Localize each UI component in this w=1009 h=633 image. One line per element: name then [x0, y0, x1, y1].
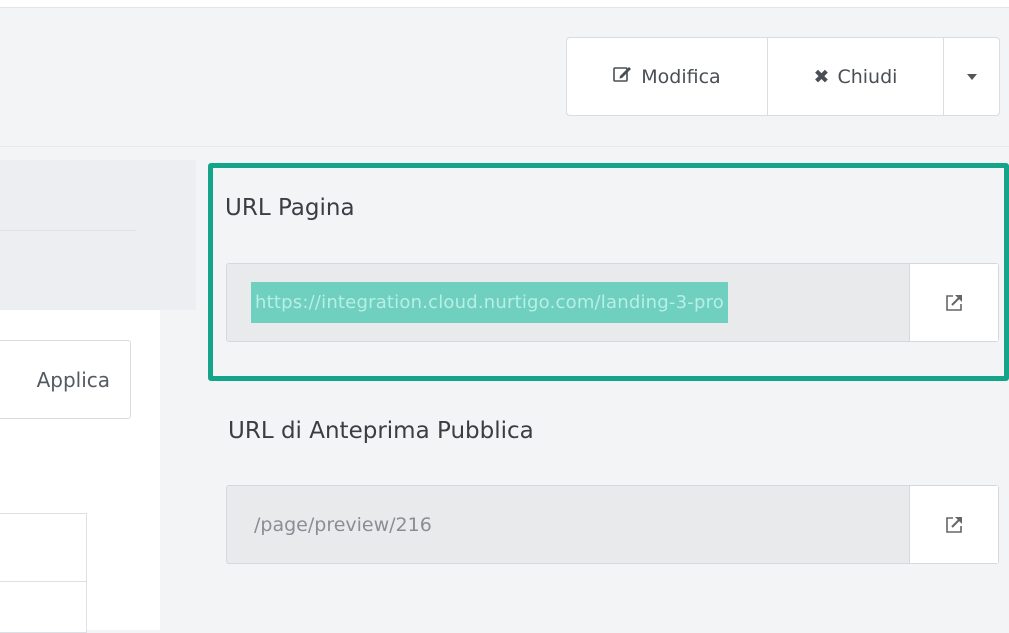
apply-button-label: Applica — [36, 367, 110, 392]
preview-url-label: URL di Anteprima Pubblica — [228, 418, 534, 444]
page-url-field: https://integration.cloud.nurtigo.com/la… — [226, 263, 999, 342]
external-link-icon — [946, 516, 962, 533]
header-divider — [0, 146, 1009, 147]
preview-url-value: /page/preview/216 — [254, 513, 432, 536]
close-button[interactable]: ✖ Chiudi — [768, 38, 944, 115]
more-options-dropdown[interactable] — [944, 38, 999, 115]
action-button-group: Modifica ✖ Chiudi — [566, 37, 1000, 116]
preview-url-field: /page/preview/216 — [226, 485, 999, 564]
edit-button-label: Modifica — [641, 65, 721, 88]
close-button-label: Chiudi — [837, 65, 898, 88]
page-url-open-button[interactable] — [909, 264, 998, 341]
page-url-value: https://integration.cloud.nurtigo.com/la… — [251, 282, 728, 323]
external-link-icon — [946, 294, 962, 311]
preview-url-open-button[interactable] — [909, 486, 998, 563]
close-icon: ✖ — [813, 65, 830, 88]
top-bar — [0, 0, 1009, 8]
left-filter-area — [0, 160, 196, 310]
page-url-input[interactable]: https://integration.cloud.nurtigo.com/la… — [227, 264, 909, 341]
edit-icon — [613, 65, 633, 88]
apply-button[interactable]: Applica — [0, 340, 131, 419]
edit-button[interactable]: Modifica — [567, 38, 768, 115]
page-url-label: URL Pagina — [225, 195, 355, 221]
preview-url-input[interactable]: /page/preview/216 — [227, 486, 909, 563]
chevron-down-icon — [966, 73, 977, 80]
left-table — [0, 513, 87, 633]
